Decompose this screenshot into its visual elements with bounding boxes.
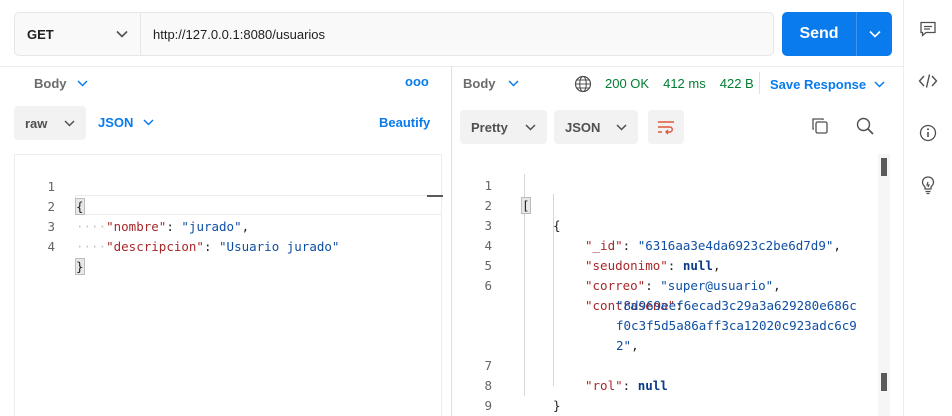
- response-time[interactable]: 412 ms: [663, 76, 706, 91]
- wrap-lines-icon: [658, 121, 674, 135]
- response-body-viewer[interactable]: 1 [ 2 { 3 "_id": "6316aa3e4da6923c2be6d7…: [452, 154, 903, 416]
- send-label: Send: [799, 25, 839, 42]
- chevron-down-icon: [64, 119, 75, 127]
- body-language-label: JSON: [98, 115, 134, 130]
- save-response-label: Save Response: [770, 77, 867, 92]
- code-line: 2 {: [452, 176, 903, 233]
- chevron-down-icon: [868, 30, 881, 38]
- code-line: f0c3f5d5a86aff3ca12020c923adc6c9: [452, 296, 903, 333]
- body-language-select[interactable]: JSON: [98, 115, 154, 130]
- code-line: 4 }: [15, 217, 441, 275]
- chevron-down-icon: [116, 30, 128, 38]
- code-line: 5 "correo": "super@usuario",: [452, 236, 903, 293]
- chevron-down-icon: [507, 80, 519, 87]
- code-line: 1 [: [452, 156, 903, 214]
- line-number: 9: [484, 398, 492, 413]
- more-options-button[interactable]: ooo: [405, 74, 429, 89]
- body-mode-label: raw: [25, 115, 48, 131]
- code-line: 3 "_id": "6316aa3e4da6923c2be6d7d9",: [452, 196, 903, 253]
- lightbulb-icon[interactable]: [917, 174, 939, 196]
- chevron-down-icon: [616, 123, 627, 131]
- save-response-button[interactable]: Save Response: [770, 77, 885, 92]
- response-size[interactable]: 422 B: [720, 76, 754, 91]
- view-mode-label: Pretty: [471, 119, 508, 135]
- search-icon: [856, 117, 874, 135]
- method-select[interactable]: GET: [15, 13, 141, 55]
- response-status-bar: 200 OK 412 ms 422 B: [605, 76, 754, 91]
- status-divider: [759, 72, 760, 94]
- status-code[interactable]: 200 OK: [605, 76, 649, 91]
- body-mode-select[interactable]: raw: [14, 106, 86, 140]
- chevron-down-icon: [525, 123, 536, 131]
- chevron-down-icon: [76, 80, 88, 87]
- code-line: 3 ····"descripcion": "Usuario jurado": [15, 197, 441, 254]
- json-key: "descripcion": [106, 239, 204, 254]
- code-line: 6 "contrasena":: [452, 256, 903, 313]
- chevron-down-icon: [143, 119, 154, 126]
- right-sidebar: [903, 0, 952, 416]
- code-line: 7 "rol": null: [452, 336, 903, 393]
- send-button[interactable]: Send: [782, 12, 892, 56]
- comment-icon[interactable]: [917, 18, 939, 40]
- line-number: 4: [47, 239, 55, 254]
- chevron-down-icon: [874, 81, 885, 88]
- wrap-lines-button[interactable]: [648, 110, 684, 144]
- copy-button[interactable]: [810, 116, 830, 139]
- json-brace: }: [553, 398, 561, 413]
- request-body-tab[interactable]: Body: [34, 76, 88, 91]
- globe-icon[interactable]: [574, 75, 592, 96]
- info-icon[interactable]: [917, 122, 939, 144]
- request-url-bar: GET http://127.0.0.1:8080/usuarios: [14, 12, 774, 56]
- beautify-button[interactable]: Beautify: [379, 115, 430, 130]
- method-label: GET: [27, 26, 54, 42]
- code-line: 4 "seudonimo": null,: [452, 216, 903, 273]
- copy-icon: [812, 118, 828, 134]
- url-input[interactable]: http://127.0.0.1:8080/usuarios: [141, 27, 325, 42]
- response-body-tab-label: Body: [463, 76, 496, 91]
- code-line: 8 }: [452, 356, 903, 413]
- json-value: "Usuario jurado": [219, 239, 340, 254]
- json-brace: }: [75, 258, 85, 275]
- indent-guide: ····: [76, 239, 107, 254]
- code-line: 2 ····"nombre": "jurado",: [15, 177, 441, 234]
- send-options-button[interactable]: [857, 30, 892, 38]
- code-line: 1 {: [15, 157, 441, 215]
- code-icon[interactable]: [917, 70, 939, 92]
- response-language-select[interactable]: JSON: [554, 110, 638, 144]
- request-body-editor[interactable]: 1 { 2 ····"nombre": "jurado", 3 ····"des…: [14, 154, 443, 416]
- code-line: 9 ]: [452, 376, 903, 413]
- code-line: 2",: [616, 338, 639, 353]
- view-mode-select[interactable]: Pretty: [460, 110, 547, 144]
- request-body-tab-label: Body: [34, 76, 67, 91]
- response-language-label: JSON: [565, 119, 601, 135]
- search-button[interactable]: [855, 116, 875, 139]
- code-line: "8d969eef6ecad3c29a3a629280e686c: [452, 276, 903, 313]
- response-body-tab[interactable]: Body: [463, 76, 519, 91]
